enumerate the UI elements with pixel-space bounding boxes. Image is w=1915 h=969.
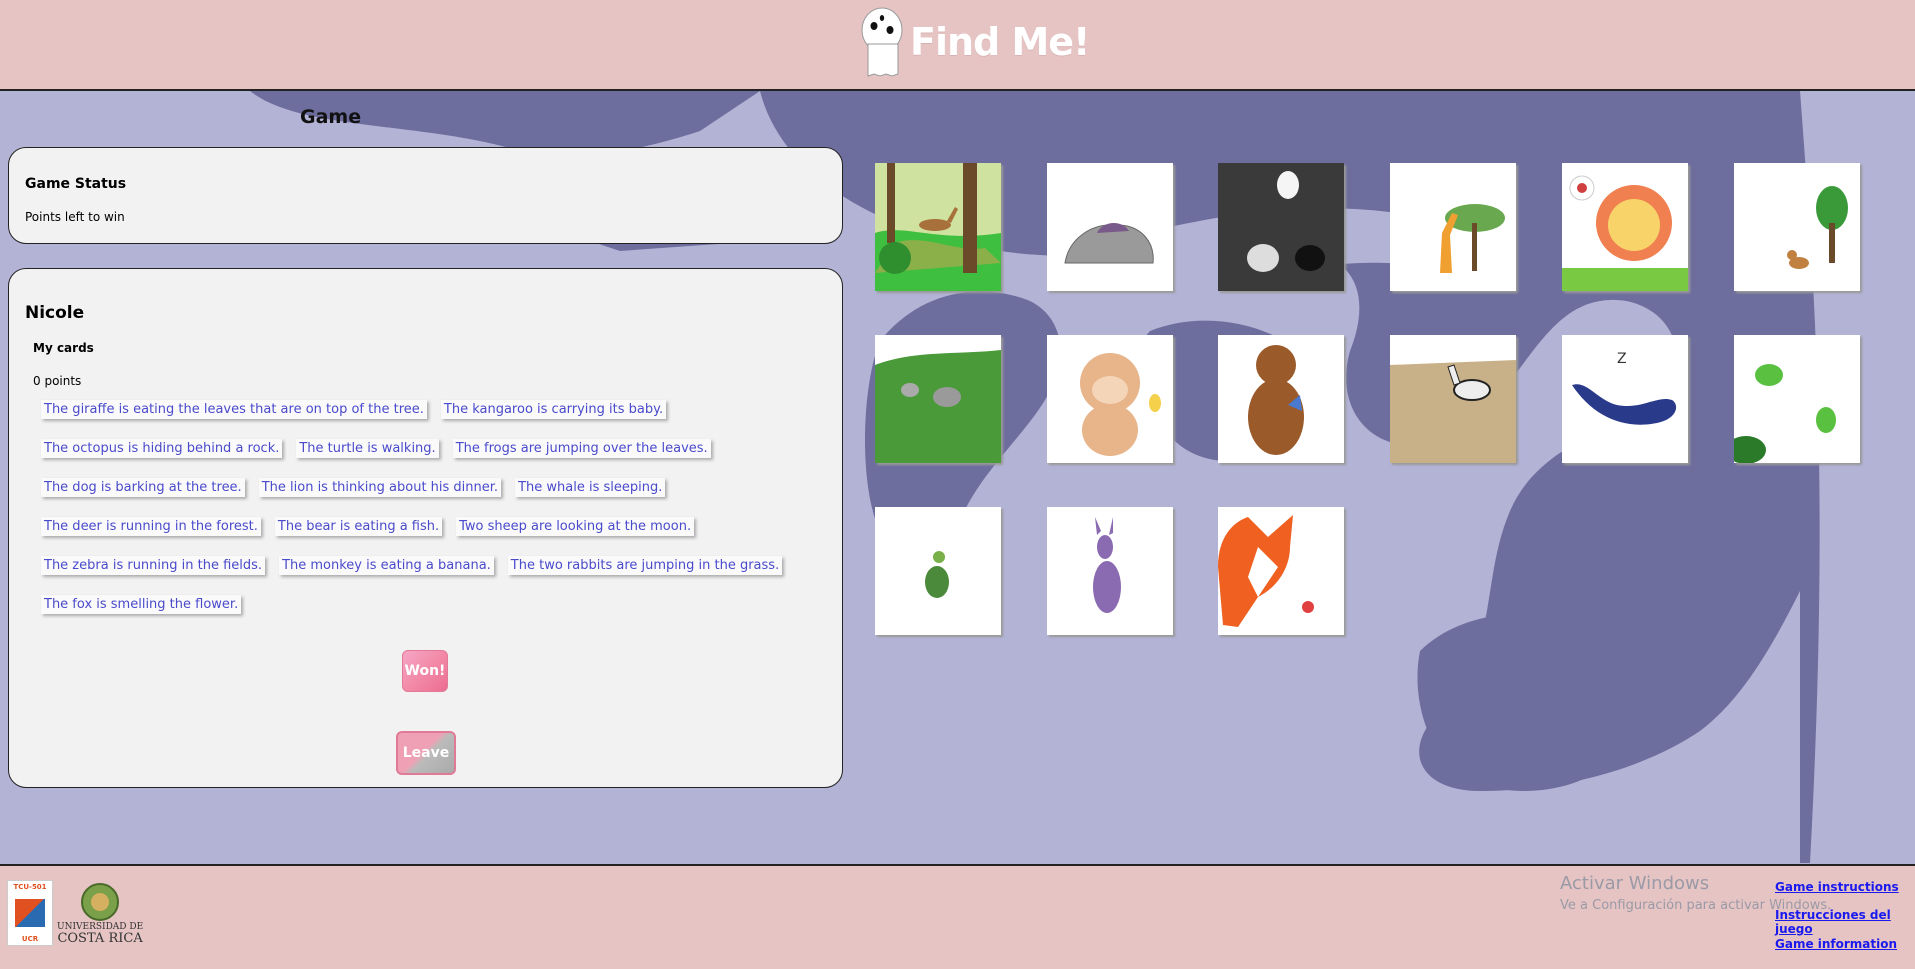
university-name-line2: COSTA RICA — [57, 931, 143, 946]
player-name: Nicole — [25, 303, 85, 323]
section-title: Game — [300, 106, 362, 128]
tcu-logo: TCU-501 UCR — [7, 880, 53, 946]
tile-frogs[interactable] — [1734, 335, 1860, 463]
sentence-card[interactable]: The lion is thinking about his dinner. — [258, 478, 502, 497]
tile-sheep[interactable] — [1218, 163, 1344, 291]
svg-text:Z: Z — [1617, 351, 1627, 367]
rabbits-picture — [875, 335, 1001, 463]
game-status-panel: Game Status Points left to win — [8, 147, 843, 244]
sentence-card[interactable]: The whale is sleeping. — [515, 478, 666, 497]
tcu-logo-mark — [15, 899, 45, 927]
tile-giraffe[interactable] — [1390, 163, 1516, 291]
giraffe-picture — [1390, 163, 1516, 291]
card-row: The zebra is running in the fields. The … — [41, 556, 783, 595]
game-status-title: Game Status — [25, 176, 127, 192]
tile-turtle[interactable] — [875, 507, 1001, 635]
footer-logos: TCU-501 UCR UNIVERSIDAD DE COSTA RICA — [7, 880, 143, 946]
monkey-picture — [1047, 335, 1173, 463]
tile-rabbits[interactable] — [875, 335, 1001, 463]
dog-tree-picture — [1734, 163, 1860, 291]
tile-fox[interactable] — [1218, 507, 1344, 635]
sentence-card[interactable]: The frogs are jumping over the leaves. — [452, 439, 711, 458]
sheep-moon-picture — [1218, 163, 1344, 291]
sentence-card[interactable]: The giraffe is eating the leaves that ar… — [41, 400, 427, 419]
player-panel: Nicole My cards 0 points The giraffe is … — [8, 268, 843, 788]
sentence-card[interactable]: Two sheep are looking at the moon. — [456, 517, 695, 536]
won-button[interactable]: Won! — [402, 650, 448, 692]
game-information-link[interactable]: Game information — [1775, 937, 1897, 951]
frogs-picture — [1734, 335, 1860, 463]
zebra-picture — [1390, 335, 1516, 463]
university-name: UNIVERSIDAD DE COSTA RICA — [57, 922, 143, 946]
card-row: The octopus is hiding behind a rock. The… — [41, 439, 781, 478]
tile-octopus[interactable] — [1047, 163, 1173, 291]
card-row: The giraffe is eating the leaves that ar… — [41, 400, 781, 439]
tile-lion[interactable] — [1562, 163, 1688, 291]
card-list: The giraffe is eating the leaves that ar… — [41, 400, 783, 634]
card-row: The deer is running in the forest. The b… — [41, 517, 781, 556]
instrucciones-link[interactable]: Instrucciones del juego — [1775, 908, 1915, 936]
deer-picture — [875, 163, 1001, 291]
tcu-logo-text: TCU-501 — [13, 883, 47, 891]
tile-kangaroo[interactable] — [1047, 507, 1173, 635]
game-instructions-link[interactable]: Game instructions — [1775, 880, 1899, 894]
tile-monkey[interactable] — [1047, 335, 1173, 463]
sentence-card[interactable]: The zebra is running in the fields. — [41, 556, 266, 575]
bear-picture — [1218, 335, 1344, 463]
sentence-card[interactable]: The deer is running in the forest. — [41, 517, 261, 536]
my-cards-label: My cards — [33, 341, 94, 355]
octopus-rock-picture — [1047, 163, 1173, 291]
app-logo: Find Me! — [860, 4, 1090, 80]
sentence-card[interactable]: The monkey is eating a banana. — [279, 556, 494, 575]
tile-dog[interactable] — [1734, 163, 1860, 291]
sentence-card[interactable]: The octopus is hiding behind a rock. — [41, 439, 283, 458]
university-logo: UNIVERSIDAD DE COSTA RICA — [57, 882, 143, 946]
kangaroo-picture — [1047, 507, 1173, 635]
player-points: 0 points — [33, 374, 82, 388]
sentence-card[interactable]: The turtle is walking. — [296, 439, 439, 458]
header: Find Me! — [0, 0, 1915, 91]
tile-deer[interactable] — [875, 163, 1001, 291]
leave-button[interactable]: Leave — [396, 731, 456, 775]
tile-bear[interactable] — [1218, 335, 1344, 463]
ghost-mascot-icon — [861, 7, 903, 77]
lion-picture — [1562, 163, 1688, 291]
card-row: The dog is barking at the tree. The lion… — [41, 478, 781, 517]
turtle-picture — [875, 507, 1001, 635]
card-row: The fox is smelling the flower. — [41, 595, 781, 634]
sentence-card[interactable]: The two rabbits are jumping in the grass… — [507, 556, 783, 575]
tile-zebra[interactable] — [1390, 335, 1516, 463]
fox-picture — [1218, 507, 1344, 635]
tile-whale[interactable]: Z — [1562, 335, 1688, 463]
sentence-card[interactable]: The kangaroo is carrying its baby. — [440, 400, 667, 419]
sentence-card[interactable]: The dog is barking at the tree. — [41, 478, 245, 497]
app-title: Find Me! — [910, 20, 1090, 64]
whale-picture: Z — [1562, 335, 1688, 463]
university-seal-icon — [81, 883, 120, 921]
tcu-logo-ucr: UCR — [21, 935, 39, 943]
sentence-card[interactable]: The bear is eating a fish. — [274, 517, 443, 536]
sentence-card[interactable]: The fox is smelling the flower. — [41, 595, 242, 614]
points-left-label: Points left to win — [25, 210, 125, 224]
